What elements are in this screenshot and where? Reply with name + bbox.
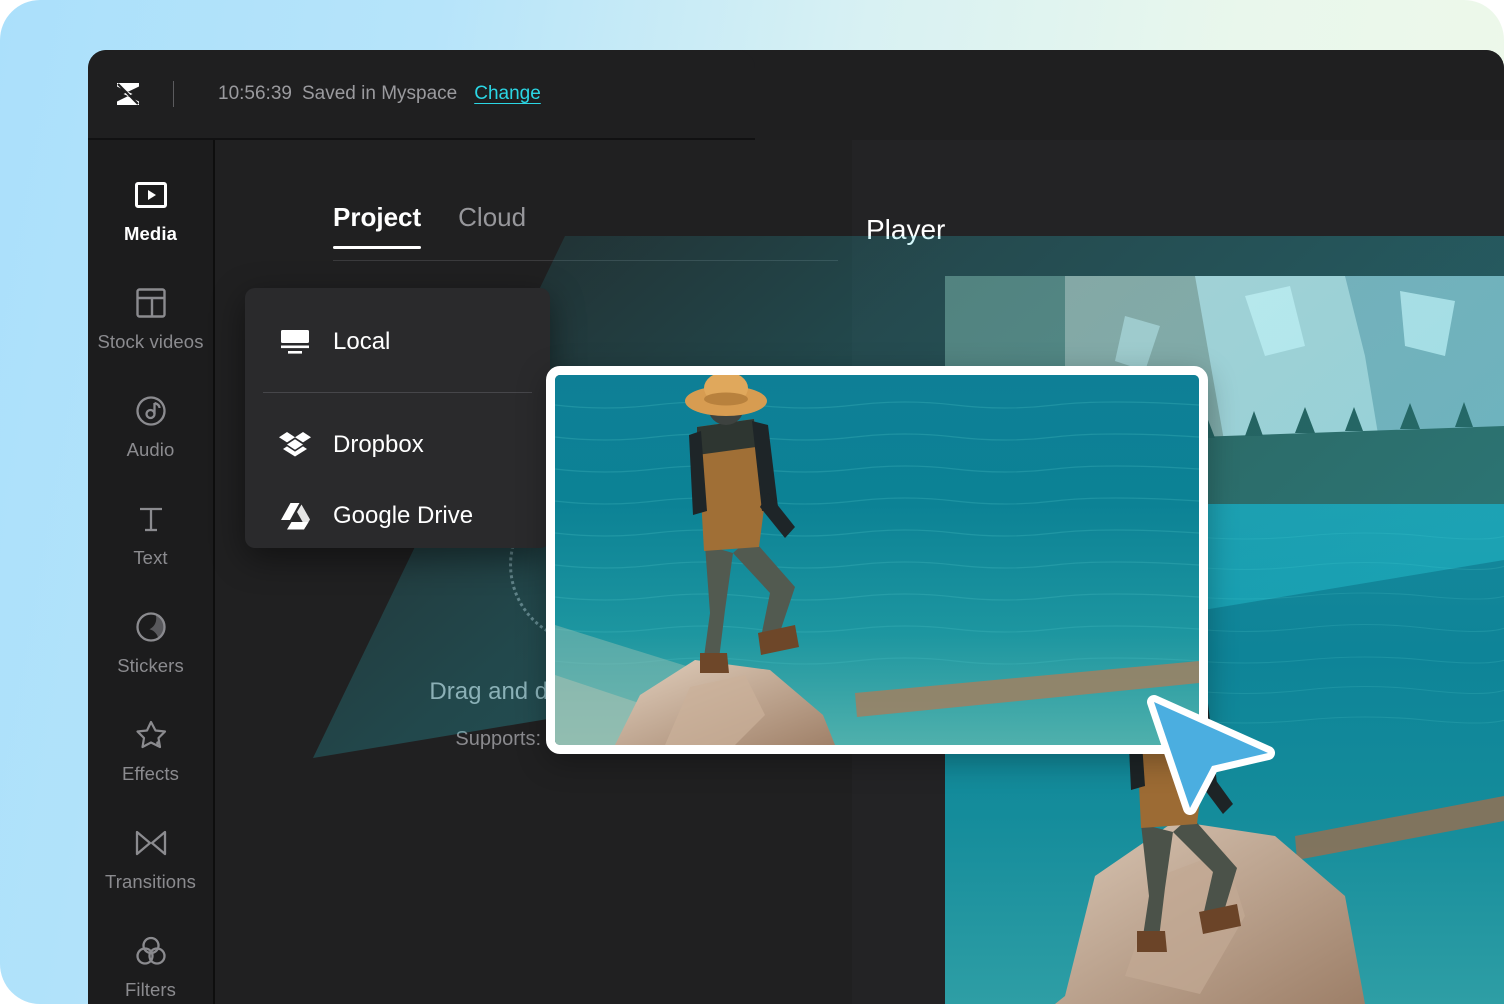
header-notch	[755, 50, 1504, 74]
menu-separator	[263, 392, 532, 393]
screenshot-root: Player Media Stock videos Audio Text Sti…	[0, 0, 1504, 1004]
saved-location-label: Saved in Myspace	[301, 83, 458, 104]
sidebar-item-audio[interactable]: Audio	[88, 394, 213, 461]
menu-item-google-drive[interactable]: Google Drive	[245, 484, 550, 547]
sidebar-item-label: Audio	[126, 439, 175, 460]
titlebar-divider	[173, 81, 174, 107]
menu-item-dropbox[interactable]: Dropbox	[245, 413, 550, 476]
sidebar-item-label: Transitions	[105, 871, 196, 892]
tabs-underline-rule	[333, 260, 838, 261]
menu-item-label: Google Drive	[333, 501, 474, 529]
dragged-media-thumbnail[interactable]	[546, 366, 1208, 754]
upload-dropdown-menu: Local Dropbox Google Drive	[245, 288, 550, 548]
sidebar-item-media[interactable]: Media	[88, 178, 213, 245]
sidebar-item-label: Stock videos	[97, 331, 204, 352]
sidebar-item-effects[interactable]: Effects	[88, 718, 213, 785]
sidebar-item-label: Media	[124, 223, 177, 244]
change-location-link[interactable]: Change	[474, 83, 541, 105]
media-icon	[134, 178, 168, 212]
tab-cloud[interactable]: Cloud	[458, 202, 526, 249]
tool-rail: Media Stock videos Audio Text Stickers E…	[88, 140, 213, 1004]
sidebar-item-stickers[interactable]: Stickers	[88, 610, 213, 677]
sidebar-item-transitions[interactable]: Transitions	[88, 826, 213, 893]
sidebar-item-label: Effects	[122, 763, 179, 784]
tab-project[interactable]: Project	[333, 202, 422, 249]
media-tabs: Project Cloud	[333, 202, 526, 249]
transitions-icon	[134, 826, 168, 860]
text-icon	[134, 502, 168, 536]
stock-videos-icon	[134, 286, 168, 320]
rail-divider	[213, 140, 215, 1004]
menu-item-label: Dropbox	[333, 430, 424, 458]
player-title: Player	[866, 214, 946, 245]
dropbox-icon	[278, 428, 311, 461]
monitor-icon	[278, 325, 311, 358]
sidebar-item-label: Stickers	[117, 655, 184, 676]
sidebar-item-label: Filters	[124, 979, 177, 1000]
sidebar-item-filters[interactable]: Filters	[88, 934, 213, 1001]
stickers-icon	[134, 610, 168, 644]
titlebar: 10:56:39 Saved in Myspace Change	[88, 50, 755, 138]
mouse-cursor	[1146, 690, 1276, 815]
effects-icon	[134, 718, 168, 752]
sidebar-item-text[interactable]: Text	[88, 502, 213, 569]
filters-icon	[134, 934, 168, 968]
save-status: 10:56:39 Saved in Myspace Change	[218, 83, 541, 105]
audio-icon	[134, 394, 168, 428]
titlebar-bottom-rule	[88, 138, 755, 140]
saved-timestamp: 10:56:39	[218, 83, 292, 104]
capcut-logo[interactable]	[113, 79, 143, 109]
sidebar-item-stock-videos[interactable]: Stock videos	[88, 286, 213, 353]
sidebar-item-label: Text	[133, 547, 168, 568]
menu-item-local[interactable]: Local	[245, 310, 550, 373]
google-drive-icon	[278, 499, 311, 532]
menu-item-label: Local	[333, 327, 391, 355]
